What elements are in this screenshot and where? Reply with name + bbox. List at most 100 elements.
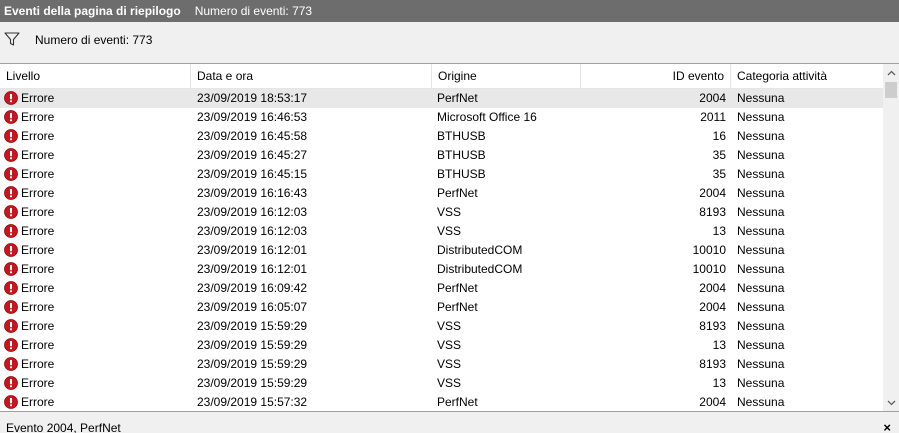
column-header-level[interactable]: Livello — [0, 64, 191, 88]
cell-level-text: Errore — [21, 167, 55, 181]
cell-date: 23/09/2019 18:53:17 — [197, 91, 308, 105]
panel-title: Eventi della pagina di riepilogo — [4, 4, 181, 18]
cell-category: Nessuna — [737, 243, 785, 257]
cell-date: 23/09/2019 16:16:43 — [197, 186, 308, 200]
cell-category: Nessuna — [737, 262, 785, 276]
cell-date: 23/09/2019 15:59:29 — [197, 338, 308, 352]
cell-date: 23/09/2019 16:45:58 — [197, 129, 308, 143]
error-icon — [4, 395, 18, 409]
cell-source: PerfNet — [437, 186, 478, 200]
cell-level: Errore — [4, 279, 190, 298]
cell-event-id: 10010 — [692, 262, 726, 276]
column-header-date[interactable]: Data e ora — [191, 64, 432, 88]
cell-category: Nessuna — [737, 186, 785, 200]
cell-level-text: Errore — [21, 357, 55, 371]
cell-level-text: Errore — [21, 224, 55, 238]
cell-category: Nessuna — [737, 91, 785, 105]
scroll-down-button[interactable] — [883, 394, 899, 411]
cell-source: VSS — [437, 357, 462, 371]
vertical-scrollbar[interactable] — [883, 64, 899, 411]
cell-event-id: 35 — [712, 148, 726, 162]
cell-level-text: Errore — [21, 91, 55, 105]
table-row[interactable]: Errore 23/09/2019 15:59:29 VSS 8193 Nessuna — [0, 317, 883, 336]
cell-level: Errore — [4, 355, 190, 374]
cell-level: Errore — [4, 260, 190, 279]
cell-level-text: Errore — [21, 262, 55, 276]
column-header-category[interactable]: Categoria attività — [731, 64, 883, 88]
cell-event-id: 13 — [712, 224, 726, 238]
cell-level-text: Errore — [21, 205, 55, 219]
close-icon[interactable]: × — [883, 420, 891, 433]
cell-category: Nessuna — [737, 281, 785, 295]
cell-category: Nessuna — [737, 148, 785, 162]
cell-level: Errore — [4, 184, 190, 203]
cell-level-text: Errore — [21, 148, 55, 162]
cell-source: VSS — [437, 319, 462, 333]
cell-level: Errore — [4, 336, 190, 355]
cell-date: 23/09/2019 16:45:15 — [197, 167, 308, 181]
table-row[interactable]: Errore 23/09/2019 15:59:29 VSS 13 Nessuna — [0, 336, 883, 355]
panel-titlebar: Eventi della pagina di riepilogo Numero … — [0, 0, 899, 22]
scroll-up-button[interactable] — [883, 64, 899, 81]
cell-date: 23/09/2019 16:12:03 — [197, 224, 308, 238]
table-row[interactable]: Errore 23/09/2019 18:53:17 PerfNet 2004 Ness… — [0, 89, 883, 108]
cell-date: 23/09/2019 16:12:03 — [197, 205, 308, 219]
cell-level-text: Errore — [21, 129, 55, 143]
filter-event-count: Numero di eventi: 773 — [35, 33, 153, 47]
cell-event-id: 8193 — [699, 205, 726, 219]
column-header-event-id[interactable]: ID evento — [581, 64, 731, 88]
table-row[interactable]: Errore 23/09/2019 16:12:01 DistributedCOM 1… — [0, 260, 883, 279]
cell-source: BTHUSB — [437, 129, 486, 143]
table-row[interactable]: Errore 23/09/2019 16:46:53 Microsoft Offic… — [0, 108, 883, 127]
error-icon — [4, 129, 18, 143]
error-icon — [4, 167, 18, 181]
cell-category: Nessuna — [737, 224, 785, 238]
cell-source: VSS — [437, 376, 462, 390]
table-body: Errore 23/09/2019 18:53:17 PerfNet 2004 Ness… — [0, 89, 883, 411]
table-row[interactable]: Errore 23/09/2019 16:12:01 DistributedCOM 1… — [0, 241, 883, 260]
table-row[interactable]: Errore 23/09/2019 16:45:58 BTHUSB 16 Nessuna — [0, 127, 883, 146]
table-row[interactable]: Errore 23/09/2019 15:59:29 VSS 8193 Nessuna — [0, 355, 883, 374]
table-row[interactable]: Errore 23/09/2019 16:12:03 VSS 8193 Nessuna — [0, 203, 883, 222]
filter-bar: Numero di eventi: 773 — [0, 22, 899, 60]
cell-level: Errore — [4, 393, 190, 411]
error-icon — [4, 205, 18, 219]
cell-date: 23/09/2019 15:59:29 — [197, 357, 308, 371]
table-row[interactable]: Errore 23/09/2019 16:16:43 PerfNet 2004 Ness… — [0, 184, 883, 203]
cell-level: Errore — [4, 298, 190, 317]
error-icon — [4, 262, 18, 276]
cell-level: Errore — [4, 146, 190, 165]
scrollbar-thumb[interactable] — [885, 82, 897, 98]
cell-date: 23/09/2019 16:12:01 — [197, 243, 308, 257]
filter-icon[interactable] — [4, 31, 20, 47]
cell-event-id: 10010 — [692, 243, 726, 257]
table-row[interactable]: Errore 23/09/2019 15:57:32 PerfNet 2004 Ness… — [0, 393, 883, 411]
cell-date: 23/09/2019 16:46:53 — [197, 110, 308, 124]
cell-event-id: 8193 — [699, 319, 726, 333]
error-icon — [4, 186, 18, 200]
table-row[interactable]: Errore 23/09/2019 16:05:07 PerfNet 2004 Ness… — [0, 298, 883, 317]
table-row[interactable]: Errore 23/09/2019 16:45:27 BTHUSB 35 Nessuna — [0, 146, 883, 165]
cell-source: PerfNet — [437, 395, 478, 409]
cell-source: VSS — [437, 224, 462, 238]
cell-level-text: Errore — [21, 243, 55, 257]
error-icon — [4, 319, 18, 333]
table-row[interactable]: Errore 23/09/2019 15:59:29 VSS 13 Nessuna — [0, 374, 883, 393]
table-row[interactable]: Errore 23/09/2019 16:12:03 VSS 13 Nessuna — [0, 222, 883, 241]
table-row[interactable]: Errore 23/09/2019 16:45:15 BTHUSB 35 Nessuna — [0, 165, 883, 184]
cell-level: Errore — [4, 317, 190, 336]
cell-level-text: Errore — [21, 110, 55, 124]
cell-event-id: 2004 — [699, 300, 726, 314]
cell-source: VSS — [437, 338, 462, 352]
cell-source: PerfNet — [437, 300, 478, 314]
error-icon — [4, 224, 18, 238]
column-header-source[interactable]: Origine — [432, 64, 581, 88]
cell-level: Errore — [4, 127, 190, 146]
cell-level: Errore — [4, 222, 190, 241]
error-icon — [4, 338, 18, 352]
error-icon — [4, 281, 18, 295]
cell-level-text: Errore — [21, 395, 55, 409]
cell-date: 23/09/2019 16:45:27 — [197, 148, 308, 162]
table-row[interactable]: Errore 23/09/2019 16:09:42 PerfNet 2004 Ness… — [0, 279, 883, 298]
chevron-down-icon — [887, 400, 895, 405]
